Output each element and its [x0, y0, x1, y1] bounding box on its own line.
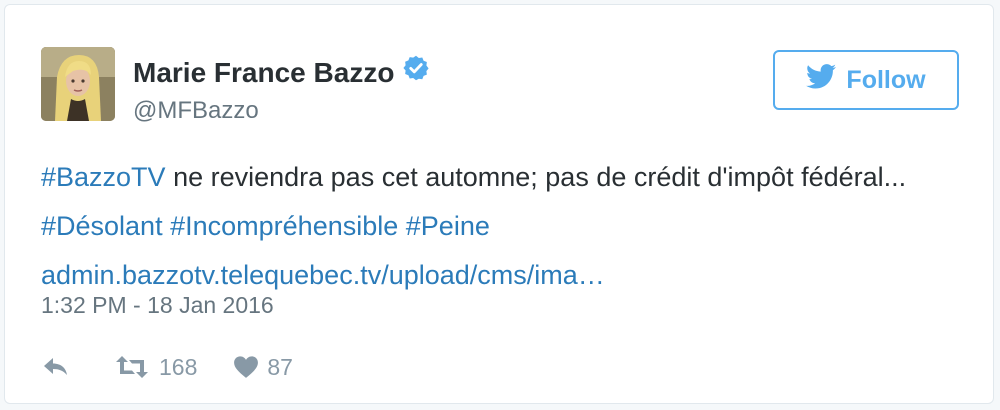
tweet-timestamp[interactable]: 1:32 PM - 18 Jan 2016 [41, 292, 274, 319]
retweet-count: 168 [159, 353, 198, 380]
follow-button-label: Follow [846, 65, 926, 94]
tweet-text: #BazzoTV ne reviendra pas cet automne; p… [41, 153, 971, 300]
hashtag-desolant[interactable]: #Désolant [41, 211, 163, 241]
hashtag-incomprehensible[interactable]: #Incompréhensible [170, 211, 398, 241]
retweet-icon [115, 354, 149, 380]
follow-button[interactable]: Follow [773, 50, 959, 110]
avatar[interactable] [41, 47, 115, 121]
tweet-text-body: ne reviendra pas cet automne; pas de cré… [165, 162, 907, 192]
twitter-bird-icon [806, 64, 837, 96]
reply-icon [41, 355, 71, 379]
profile-photo [41, 47, 115, 121]
hashtag-bazzotv[interactable]: #BazzoTV [41, 162, 166, 192]
heart-icon [233, 355, 259, 379]
user-handle[interactable]: @MFBazzo [133, 97, 259, 125]
display-name-text: Marie France Bazzo [133, 57, 395, 88]
like-count: 87 [267, 353, 293, 380]
tweet-card: Marie France Bazzo @MFBazzo Follow #Bazz… [4, 4, 994, 404]
hashtag-peine[interactable]: #Peine [406, 211, 490, 241]
display-name[interactable]: Marie France Bazzo [133, 54, 430, 89]
like-button[interactable]: 87 [233, 354, 293, 381]
verified-badge-icon [402, 54, 430, 89]
retweet-button[interactable]: 168 [115, 354, 197, 381]
tweet-actions: 168 87 [41, 349, 293, 385]
tweet-link[interactable]: admin.bazzotv.telequebec.tv/upload/cms/i… [41, 260, 605, 290]
reply-button[interactable] [41, 355, 71, 379]
